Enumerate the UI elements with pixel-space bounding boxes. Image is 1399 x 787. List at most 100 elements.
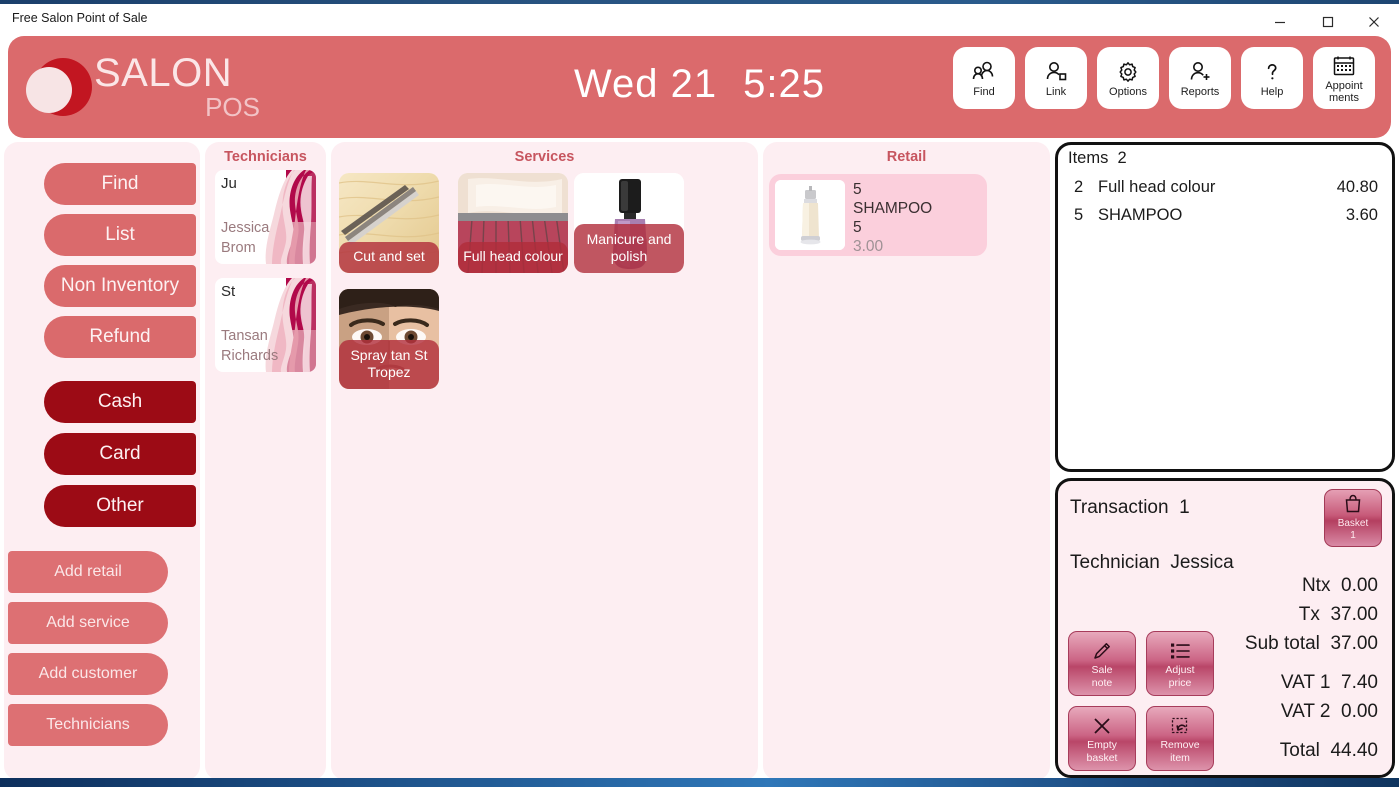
- transaction-number: 1: [1179, 497, 1190, 518]
- technician-initials: Ju: [221, 175, 237, 192]
- maximize-button[interactable]: [1305, 8, 1351, 36]
- sale-note-line2: note: [1091, 676, 1113, 689]
- remove-item-line1: Remove: [1160, 738, 1200, 751]
- close-button[interactable]: [1351, 8, 1397, 36]
- technician-last-name: Brom: [221, 240, 256, 256]
- services-panel: Services Cut and set Full head colour Ma…: [331, 142, 758, 780]
- gear-icon: [1115, 59, 1141, 85]
- add-button-service[interactable]: Add service: [8, 602, 168, 644]
- retail-item-shampoo[interactable]: 5 SHAMPOO 5 3.00: [769, 174, 987, 256]
- toolbar-button-options[interactable]: Options: [1097, 47, 1159, 109]
- person-link-icon: [1043, 59, 1069, 85]
- actions-panel: Find List Non Inventory Refund Cash Card…: [4, 142, 200, 780]
- line-name: SHAMPOO: [1098, 206, 1183, 224]
- technician-label: Technician: [1070, 552, 1160, 573]
- toolbar-button-find[interactable]: Find: [953, 47, 1015, 109]
- total-row-tx: Tx 37.00: [1128, 600, 1378, 629]
- retail-item-image: [775, 180, 845, 250]
- add-button-customer[interactable]: Add customer: [8, 653, 168, 695]
- service-tile-spray-tan[interactable]: Spray tan St Tropez: [339, 289, 439, 389]
- minimize-button[interactable]: [1257, 8, 1303, 36]
- technicians-title: Technicians: [224, 149, 307, 165]
- app-header: SALON POS Wed 21 5:25 Find Link Options …: [8, 36, 1391, 138]
- header-toolbar: Find Link Options Reports Help Appoint m…: [953, 47, 1375, 109]
- service-label: Spray tan St Tropez: [339, 340, 439, 389]
- total-value: 0.00: [1341, 701, 1378, 722]
- technician-last-name: Richards: [221, 348, 279, 364]
- toolbar-label: Reports: [1180, 85, 1220, 98]
- toolbar-label: Find: [973, 85, 995, 98]
- technician-name: Tansan Richards: [221, 326, 278, 366]
- service-tile-cut-and-set[interactable]: Cut and set: [339, 173, 439, 273]
- adjust-price-button[interactable]: Adjust price: [1146, 631, 1214, 696]
- basket-items-count: 2: [1117, 149, 1127, 167]
- remove-item-button[interactable]: Remove item: [1146, 706, 1214, 771]
- line-price: 40.80: [1336, 178, 1378, 196]
- basket-items-header: Items 2: [1068, 149, 1127, 168]
- x-icon: [1091, 714, 1113, 738]
- action-button-list[interactable]: List: [44, 214, 196, 256]
- payment-button-cash[interactable]: Cash: [44, 381, 196, 423]
- action-button-find[interactable]: Find: [44, 163, 196, 205]
- person-add-icon: [1187, 59, 1213, 85]
- basket-button-label: Basket: [1337, 518, 1369, 529]
- list-icon: [1169, 639, 1191, 663]
- empty-basket-button[interactable]: Empty basket: [1068, 706, 1136, 771]
- basket-items-panel[interactable]: Items 2 2 Full head colour 40.80 5 SHAMP…: [1055, 142, 1395, 472]
- shopping-bag-icon: [1344, 494, 1362, 518]
- technician-card-jessica[interactable]: Ju Jessica Brom: [215, 170, 316, 264]
- service-tile-manicure-and-polish[interactable]: Manicure and polish: [574, 173, 684, 273]
- service-tile-full-head-colour[interactable]: Full head colour: [458, 173, 568, 273]
- undo-box-icon: [1169, 714, 1191, 738]
- people-search-icon: [971, 59, 997, 85]
- total-label: Tx: [1298, 604, 1320, 625]
- retail-item-name: SHAMPOO: [853, 200, 933, 217]
- total-value: 0.00: [1341, 575, 1378, 596]
- basket-button[interactable]: Basket 1: [1324, 489, 1382, 547]
- retail-item-qty: 5: [853, 219, 862, 236]
- basket-line-item[interactable]: 2 Full head colour 40.80: [1058, 173, 1392, 201]
- action-button-refund[interactable]: Refund: [44, 316, 196, 358]
- total-label: VAT 2: [1280, 701, 1331, 722]
- sale-note-button[interactable]: Sale note: [1068, 631, 1136, 696]
- total-row-ntx: Ntx 0.00: [1128, 571, 1378, 600]
- total-value: 37.00: [1330, 633, 1378, 654]
- total-label: Total: [1279, 740, 1320, 761]
- service-label: Full head colour: [458, 242, 568, 273]
- empty-basket-line1: Empty: [1087, 738, 1117, 751]
- action-button-non-inventory[interactable]: Non Inventory: [44, 265, 196, 307]
- total-value: 37.00: [1330, 604, 1378, 625]
- toolbar-label: Help: [1260, 85, 1284, 98]
- total-label: VAT 1: [1280, 672, 1331, 693]
- payment-button-other[interactable]: Other: [44, 485, 196, 527]
- window-title: Free Salon Point of Sale: [12, 11, 148, 25]
- service-label: Manicure and polish: [574, 224, 684, 273]
- technician-initials: St: [221, 283, 236, 300]
- line-name: Full head colour: [1098, 178, 1216, 196]
- toolbar-label: Options: [1109, 85, 1147, 98]
- basket-line-item[interactable]: 5 SHAMPOO 3.60: [1058, 201, 1392, 229]
- total-label: Ntx: [1301, 575, 1331, 596]
- toolbar-button-link[interactable]: Link: [1025, 47, 1087, 109]
- empty-basket-line2: basket: [1086, 751, 1118, 764]
- application-window: Free Salon Point of Sale SALON POS Wed 2…: [0, 0, 1399, 787]
- toolbar-button-appointments[interactable]: Appoint ments: [1313, 47, 1375, 109]
- basket-line-list: 2 Full head colour 40.80 5 SHAMPOO 3.60: [1058, 173, 1392, 229]
- line-qty: 5: [1074, 206, 1084, 224]
- payment-button-card[interactable]: Card: [44, 433, 196, 475]
- add-button-technicians[interactable]: Technicians: [8, 704, 168, 746]
- calendar-icon: [1332, 53, 1356, 79]
- clock-time: 5:25: [743, 62, 825, 106]
- title-bar: Free Salon Point of Sale: [0, 4, 1399, 36]
- sale-note-line1: Sale: [1091, 663, 1113, 676]
- add-button-retail[interactable]: Add retail: [8, 551, 168, 593]
- window-bottom-border: [0, 778, 1399, 787]
- adjust-price-line2: price: [1168, 676, 1192, 689]
- toolbar-button-reports[interactable]: Reports: [1169, 47, 1231, 109]
- toolbar-label: Appoint ments: [1325, 79, 1363, 104]
- technician-card-tansan[interactable]: St Tansan Richards: [215, 278, 316, 372]
- retail-title: Retail: [886, 149, 927, 165]
- technician-first-name: Jessica: [221, 220, 270, 236]
- transaction-panel: Transaction 1 Basket 1 Technician Jessic…: [1055, 478, 1395, 778]
- toolbar-button-help[interactable]: Help: [1241, 47, 1303, 109]
